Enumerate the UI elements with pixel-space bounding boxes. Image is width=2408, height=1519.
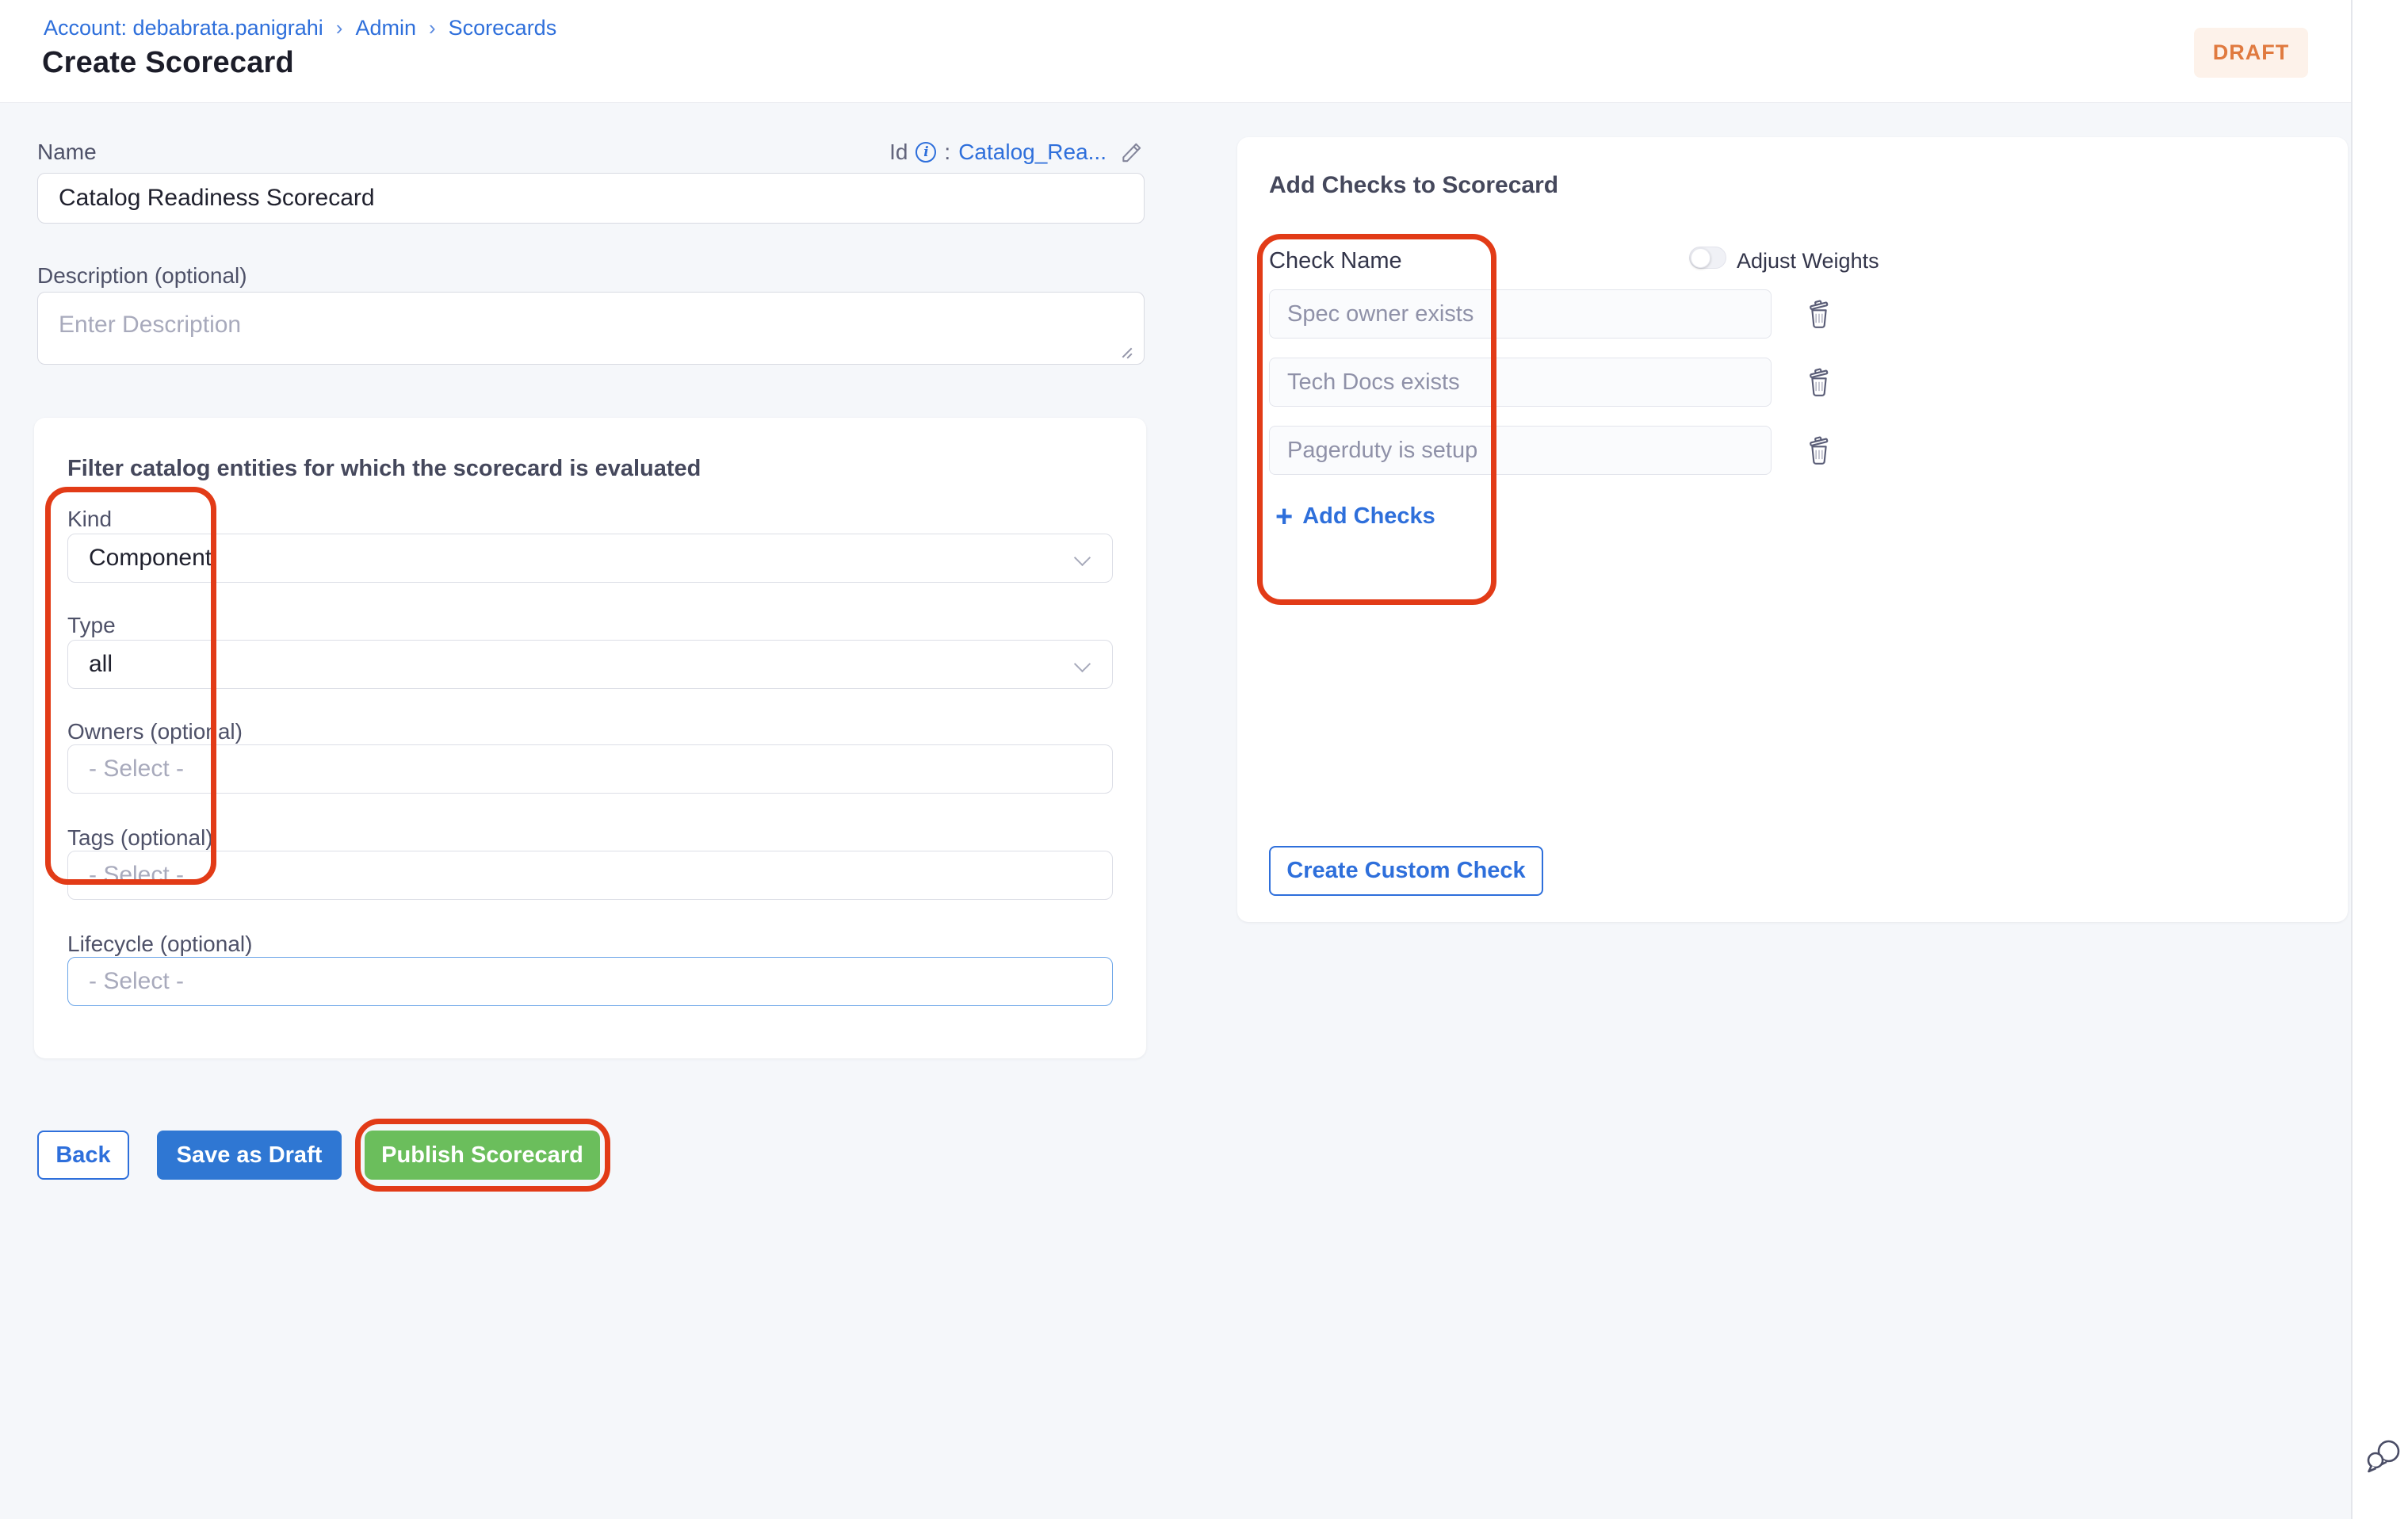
breadcrumb-separator-icon: ›: [336, 16, 343, 40]
tags-select-placeholder: - Select -: [89, 862, 184, 889]
page-title: Create Scorecard: [42, 46, 294, 80]
edit-pencil-icon[interactable]: [1119, 140, 1145, 165]
id-label: Id: [889, 140, 908, 165]
breadcrumb-separator-icon: ›: [429, 16, 436, 40]
type-select[interactable]: all: [67, 640, 1113, 689]
adjust-weights-label: Adjust Weights: [1737, 249, 1879, 274]
toggle-knob: [1691, 248, 1710, 268]
scorecard-id-link[interactable]: Catalog_Rea...: [958, 140, 1107, 165]
name-label: Name: [37, 140, 97, 165]
check-name-input[interactable]: [1269, 289, 1772, 339]
chevron-down-icon: [1074, 549, 1091, 566]
scorecard-id-row: Id i : Catalog_Rea...: [889, 140, 1145, 165]
owners-select-placeholder: - Select -: [89, 756, 184, 782]
description-label: Description (optional): [37, 263, 247, 289]
breadcrumb-account-link[interactable]: Account: debabrata.panigrahi: [44, 16, 323, 40]
type-label: Type: [67, 613, 116, 638]
page-header: Account: debabrata.panigrahi › Admin › S…: [0, 0, 2351, 103]
save-as-draft-button[interactable]: Save as Draft: [157, 1131, 342, 1180]
delete-check-button[interactable]: [1805, 368, 1833, 400]
check-name-label: Check Name: [1269, 248, 1402, 274]
breadcrumb-admin-link[interactable]: Admin: [355, 16, 416, 40]
filter-card: Filter catalog entities for which the sc…: [34, 418, 1146, 1058]
filter-card-title: Filter catalog entities for which the sc…: [67, 456, 701, 482]
owners-select[interactable]: - Select -: [67, 744, 1113, 794]
name-row: Name Id i : Catalog_Rea...: [37, 140, 1145, 165]
adjust-weights-toggle[interactable]: [1689, 247, 1726, 269]
check-name-input[interactable]: [1269, 426, 1772, 475]
back-button[interactable]: Back: [37, 1131, 129, 1180]
tags-select[interactable]: - Select -: [67, 851, 1113, 900]
info-icon[interactable]: i: [915, 142, 936, 163]
owners-label: Owners (optional): [67, 719, 243, 744]
description-textarea[interactable]: [37, 292, 1145, 365]
app-window: Account: debabrata.panigrahi › Admin › S…: [0, 0, 2353, 1519]
add-checks-title: Add Checks to Scorecard: [1269, 172, 1558, 199]
breadcrumb-scorecards-link[interactable]: Scorecards: [449, 16, 557, 40]
lifecycle-select[interactable]: - Select -: [67, 957, 1113, 1006]
id-colon: :: [944, 140, 950, 165]
chevron-down-icon: [1074, 656, 1091, 672]
add-checks-link[interactable]: + Add Checks: [1275, 503, 1435, 530]
type-select-value: all: [89, 651, 113, 678]
kind-select[interactable]: Component: [67, 534, 1113, 583]
check-name-input[interactable]: [1269, 358, 1772, 407]
create-custom-check-button[interactable]: Create Custom Check: [1269, 846, 1543, 896]
delete-check-button[interactable]: [1805, 300, 1833, 331]
delete-check-button[interactable]: [1805, 436, 1833, 468]
plus-icon: +: [1275, 505, 1293, 529]
breadcrumb: Account: debabrata.panigrahi › Admin › S…: [44, 16, 556, 40]
add-checks-card: Add Checks to Scorecard Check Name Adjus…: [1237, 137, 2348, 922]
publish-scorecard-button[interactable]: Publish Scorecard: [365, 1131, 600, 1180]
lifecycle-select-placeholder: - Select -: [89, 968, 184, 995]
chat-help-icon[interactable]: [2365, 1438, 2403, 1475]
kind-label: Kind: [67, 507, 112, 532]
kind-select-value: Component: [89, 545, 212, 572]
status-badge: DRAFT: [2194, 28, 2308, 78]
tags-label: Tags (optional): [67, 825, 213, 851]
lifecycle-label: Lifecycle (optional): [67, 932, 252, 957]
name-input[interactable]: [37, 173, 1145, 224]
add-checks-label: Add Checks: [1302, 503, 1435, 530]
